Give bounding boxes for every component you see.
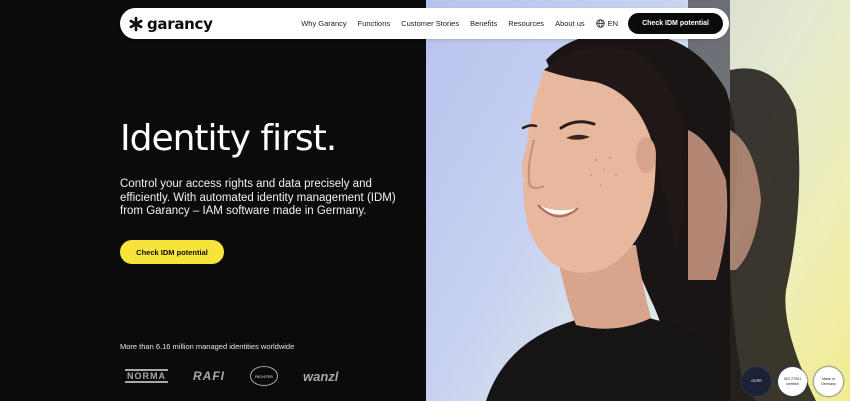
nav-item-about-us[interactable]: About us bbox=[555, 19, 585, 28]
top-navigation: garancy Why Garancy Functions Customer S… bbox=[120, 8, 729, 39]
gdpr-badge: GDPR bbox=[742, 367, 771, 396]
nav-item-why-garancy[interactable]: Why Garancy bbox=[301, 19, 346, 28]
customer-logos: NORMA RAFI RICHTER wanzl bbox=[125, 366, 338, 386]
hero-image-panel bbox=[426, 0, 850, 401]
managed-identities-stat: More than 6.16 million managed identitie… bbox=[120, 342, 295, 351]
nav-item-resources[interactable]: Resources bbox=[508, 19, 544, 28]
nav-check-idm-button[interactable]: Check IDM potential bbox=[628, 13, 723, 34]
iso-badge: ISO 27001 certified bbox=[778, 367, 807, 396]
nav-item-benefits[interactable]: Benefits bbox=[470, 19, 497, 28]
logo-norma: NORMA bbox=[125, 369, 168, 383]
hero-lead: Control your access rights and data prec… bbox=[120, 178, 396, 217]
asterisk-logo-icon bbox=[129, 16, 143, 31]
globe-icon bbox=[595, 19, 605, 28]
nav-item-functions[interactable]: Functions bbox=[358, 19, 391, 28]
nav-menu: Why Garancy Functions Customer Stories B… bbox=[301, 19, 618, 28]
logo-richter: RICHTER bbox=[250, 366, 278, 386]
nav-item-customer-stories[interactable]: Customer Stories bbox=[401, 19, 459, 28]
made-in-germany-badge: Made in Germany bbox=[814, 367, 843, 396]
logo-wanzl: wanzl bbox=[303, 368, 339, 384]
logo-rafi: RAFI bbox=[193, 369, 225, 383]
hero-title: Identity first. bbox=[120, 118, 337, 159]
portrait-illustration bbox=[486, 0, 850, 401]
garancy-logo[interactable]: garancy bbox=[128, 15, 213, 33]
certification-badges: GDPR ISO 27001 certified Made in Germany bbox=[742, 367, 843, 396]
hero-check-idm-button[interactable]: Check IDM potential bbox=[120, 240, 224, 264]
language-label: EN bbox=[607, 19, 619, 28]
language-switcher[interactable]: EN bbox=[595, 19, 619, 28]
brand-name: garancy bbox=[147, 14, 213, 33]
